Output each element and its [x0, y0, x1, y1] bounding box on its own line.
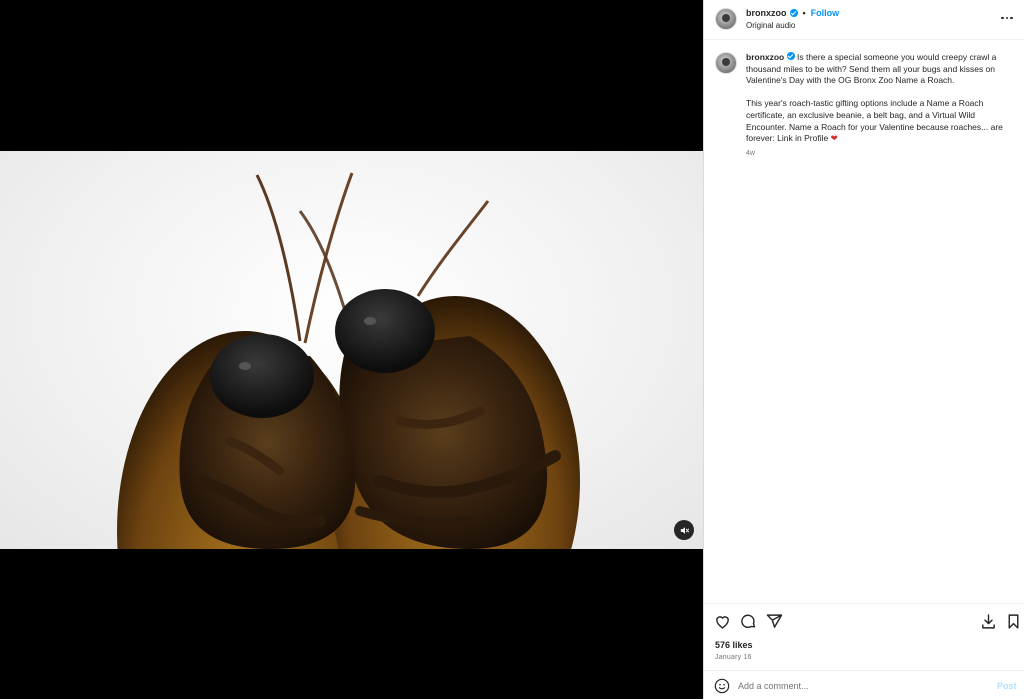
caption-avatar[interactable]: [715, 52, 737, 74]
video-player[interactable]: [0, 151, 703, 549]
muted-speaker-icon: [680, 526, 689, 534]
more-options-icon[interactable]: [1000, 11, 1014, 25]
verified-badge-icon: [786, 52, 795, 60]
post-header: bronxzoo • Follow Original audio: [704, 0, 1024, 40]
avatar[interactable]: [715, 8, 737, 30]
heart-icon[interactable]: [713, 612, 731, 630]
caption-text-2: This year's roach-tastic gifting options…: [746, 98, 1003, 144]
separator-dot: •: [802, 8, 806, 18]
comment-input[interactable]: [738, 678, 988, 693]
download-icon[interactable]: [979, 612, 997, 630]
post-details-panel: bronxzoo • Follow Original audio bronxzo…: [703, 0, 1024, 699]
bookmark-icon[interactable]: [1004, 612, 1022, 630]
relative-time[interactable]: 4w: [746, 150, 755, 157]
likes-count[interactable]: 576 likes: [715, 640, 753, 650]
media-panel: [0, 0, 703, 699]
caption-text-1: Is there a special someone you would cre…: [746, 52, 997, 86]
header-user-row: bronxzoo • Follow: [746, 8, 839, 18]
post-date: January 16: [715, 654, 752, 661]
follow-button[interactable]: Follow: [811, 8, 840, 18]
heart-emoji: ❤: [830, 133, 838, 144]
comment-icon[interactable]: [739, 612, 757, 630]
emoji-icon[interactable]: [714, 678, 730, 694]
share-icon[interactable]: [765, 612, 783, 630]
mute-toggle-button[interactable]: [674, 520, 694, 540]
username-link[interactable]: bronxzoo: [746, 8, 787, 18]
audio-label[interactable]: Original audio: [746, 21, 795, 30]
cockroach-video-frame: [117, 172, 580, 549]
post-comment-button[interactable]: Post: [997, 681, 1017, 691]
action-bar: [704, 603, 1024, 639]
post-caption: bronxzoo Is there a special someone you …: [746, 52, 1008, 145]
caption-username[interactable]: bronxzoo: [746, 52, 784, 62]
verified-badge-icon: [789, 9, 798, 17]
comment-bar: Post: [704, 670, 1024, 699]
